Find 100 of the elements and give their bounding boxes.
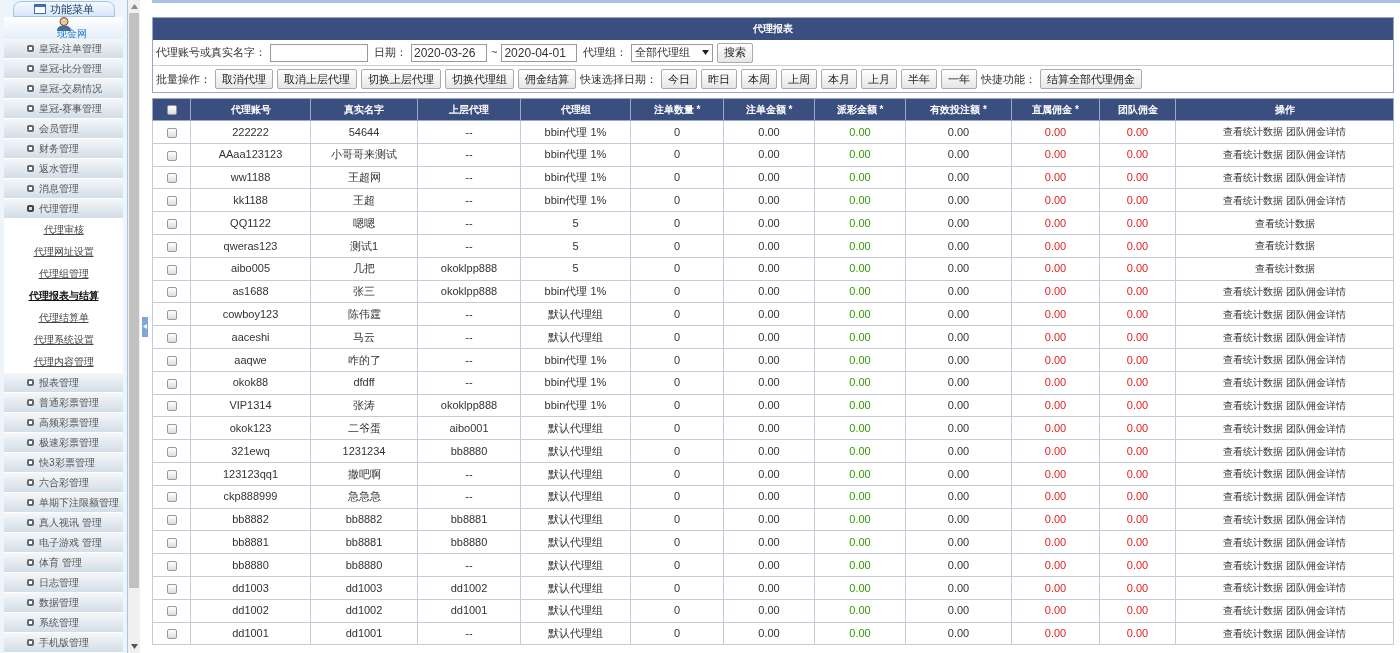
action-link[interactable]: 查看统计数据	[1223, 331, 1283, 343]
checkbox[interactable]	[166, 446, 177, 457]
sidebar-item[interactable]: 皇冠-赛事管理	[4, 99, 123, 119]
sidebar-link[interactable]: 代理报表与结算	[4, 285, 123, 307]
action-link[interactable]: 查看统计数据	[1223, 513, 1283, 525]
sidebar-link[interactable]: 代理结算单	[4, 307, 123, 329]
sidebar-item[interactable]: 皇冠-交易情况	[4, 79, 123, 99]
checkbox[interactable]	[166, 629, 177, 640]
action-button[interactable]: 昨日	[701, 69, 737, 89]
action-button[interactable]: 半年	[901, 69, 937, 89]
action-button[interactable]: 取消上层代理	[277, 69, 357, 89]
sidebar-item[interactable]: 快3彩票管理	[4, 453, 123, 473]
action-link[interactable]: 查看统计数据	[1223, 149, 1283, 161]
checkbox[interactable]	[166, 424, 177, 435]
scroll-up-arrow-icon[interactable]	[130, 4, 138, 9]
sidebar-item[interactable]: 皇冠-比分管理	[4, 59, 123, 79]
checkbox[interactable]	[166, 515, 177, 526]
action-button[interactable]: 佣金结算	[518, 69, 576, 89]
sidebar-link[interactable]: 代理网址设置	[4, 241, 123, 263]
checkbox[interactable]	[166, 332, 177, 343]
action-link[interactable]: 团队佣金详情	[1286, 172, 1346, 183]
action-button[interactable]: 本月	[821, 69, 857, 89]
action-link[interactable]: 查看统计数据	[1223, 468, 1283, 480]
action-link[interactable]: 查看统计数据	[1254, 240, 1315, 252]
action-link[interactable]: 团队佣金详情	[1286, 468, 1346, 480]
action-link[interactable]: 查看统计数据	[1223, 172, 1283, 183]
collapse-handle[interactable]	[142, 316, 148, 337]
checkbox[interactable]	[166, 469, 177, 480]
action-link[interactable]: 团队佣金详情	[1286, 445, 1346, 457]
action-link[interactable]: 查看统计数据	[1223, 308, 1283, 320]
action-button[interactable]: 上周	[781, 69, 817, 89]
action-link[interactable]: 团队佣金详情	[1286, 194, 1346, 206]
action-link[interactable]: 团队佣金详情	[1286, 308, 1346, 320]
sidebar-item[interactable]: 数据管理	[4, 593, 123, 613]
sidebar-item[interactable]: 普通彩票管理	[4, 393, 123, 413]
action-button[interactable]: 切换上层代理	[361, 69, 441, 89]
account-input-field[interactable]	[270, 43, 368, 62]
action-link[interactable]: 查看统计数据	[1223, 194, 1283, 206]
action-button[interactable]: 取消代理	[215, 69, 273, 89]
sidebar-link[interactable]: 代理审核	[4, 219, 123, 241]
checkbox[interactable]	[166, 378, 177, 389]
action-link[interactable]: 团队佣金详情	[1286, 627, 1346, 639]
checkbox[interactable]	[166, 287, 177, 298]
sidebar-item[interactable]: 体育 管理	[4, 553, 123, 573]
action-link[interactable]: 团队佣金详情	[1286, 399, 1346, 411]
action-link[interactable]: 查看统计数据	[1223, 559, 1283, 571]
sidebar-item[interactable]: 皇冠-注单管理	[4, 39, 123, 59]
sidebar-item[interactable]: 高频彩票管理	[4, 413, 123, 433]
checkbox[interactable]	[166, 150, 177, 161]
action-link[interactable]: 查看统计数据	[1254, 263, 1315, 275]
sidebar-item[interactable]: 手机版管理	[4, 633, 123, 653]
checkbox[interactable]	[166, 127, 177, 138]
checkbox[interactable]	[166, 492, 177, 503]
date-input-field[interactable]: 2020-04-01	[501, 43, 578, 62]
action-link[interactable]: 查看统计数据	[1223, 491, 1283, 503]
sidebar-item[interactable]: 返水管理	[4, 159, 123, 179]
action-link[interactable]: 查看统计数据	[1223, 422, 1283, 434]
action-link[interactable]: 团队佣金详情	[1286, 149, 1346, 161]
action-link[interactable]: 团队佣金详情	[1286, 354, 1346, 366]
action-link[interactable]: 查看统计数据	[1223, 445, 1283, 457]
sidebar-link[interactable]: 代理内容管理	[4, 351, 123, 373]
sidebar-item[interactable]: 真人视讯 管理	[4, 513, 123, 533]
action-link[interactable]: 团队佣金详情	[1286, 331, 1346, 343]
action-button[interactable]: 结算全部代理佣金	[1040, 69, 1142, 89]
action-link[interactable]: 查看统计数据	[1223, 627, 1283, 639]
action-link[interactable]: 团队佣金详情	[1286, 605, 1346, 617]
action-link[interactable]: 团队佣金详情	[1286, 559, 1346, 571]
group-select[interactable]: 全部代理组	[631, 43, 714, 62]
action-link[interactable]: 查看统计数据	[1223, 377, 1283, 389]
checkbox[interactable]	[166, 310, 177, 321]
sidebar-item[interactable]: 系统管理	[4, 613, 123, 633]
action-link[interactable]: 团队佣金详情	[1286, 285, 1346, 297]
checkbox[interactable]	[166, 583, 177, 594]
checkbox[interactable]	[166, 264, 177, 275]
sidebar-item[interactable]: 会员管理	[4, 119, 123, 139]
action-link[interactable]: 团队佣金详情	[1286, 126, 1346, 138]
sidebar-item[interactable]: 电子游戏 管理	[4, 533, 123, 553]
checkbox[interactable]	[166, 401, 177, 412]
sidebar-item[interactable]: 极速彩票管理	[4, 433, 123, 453]
action-button[interactable]: 上月	[861, 69, 897, 89]
action-link[interactable]: 团队佣金详情	[1286, 536, 1346, 548]
action-link[interactable]: 查看统计数据	[1223, 582, 1283, 594]
checkbox[interactable]	[166, 173, 177, 184]
action-button[interactable]: 今日	[661, 69, 697, 89]
action-button[interactable]: 切换代理组	[445, 69, 514, 89]
sidebar-item[interactable]: 代理管理	[4, 199, 123, 219]
sidebar-item[interactable]: 六合彩管理	[4, 473, 123, 493]
scroll-down-arrow-icon[interactable]	[130, 644, 138, 649]
action-link[interactable]: 查看统计数据	[1223, 399, 1283, 411]
checkbox[interactable]	[166, 105, 177, 116]
action-button[interactable]: 搜索	[717, 42, 754, 63]
action-button[interactable]: 本周	[741, 69, 777, 89]
checkbox[interactable]	[166, 218, 177, 229]
sidebar-item[interactable]: 单期下注限额管理	[4, 493, 123, 513]
action-link[interactable]: 团队佣金详情	[1286, 513, 1346, 525]
sidebar-item[interactable]: 财务管理	[4, 139, 123, 159]
action-button[interactable]: 一年	[941, 69, 977, 89]
date-input-field[interactable]: 2020-03-26	[411, 43, 487, 62]
action-link[interactable]: 团队佣金详情	[1286, 491, 1346, 503]
scrollbar-thumb[interactable]	[129, 13, 139, 588]
